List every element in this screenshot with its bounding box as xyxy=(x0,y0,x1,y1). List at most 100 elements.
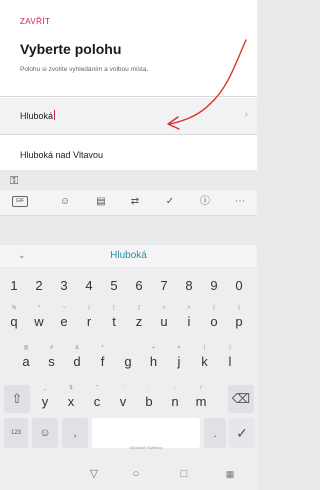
key-letter: r xyxy=(86,314,92,329)
checkmark-icon[interactable]: ✓ xyxy=(160,194,180,210)
key-letter: y xyxy=(41,394,49,409)
keyboard: 1234567890 % q ^ w ~ e | r[t] z < u > i{o} p @ a # s & d * f… xyxy=(0,268,257,458)
letter-key[interactable]: % q xyxy=(3,304,25,334)
keyboard-icon[interactable]: ▦ xyxy=(220,466,240,482)
number-key[interactable]: 9 xyxy=(203,274,225,298)
key-symbol-hint: ^ xyxy=(37,305,41,311)
key-symbol-hint: + xyxy=(152,345,155,351)
close-button[interactable]: ZAVŘÍT xyxy=(20,17,50,26)
letter-key[interactable]: # s xyxy=(41,344,63,374)
key-symbol-hint: $ xyxy=(69,385,73,391)
letter-key[interactable]: = j xyxy=(168,344,190,374)
key-symbol-hint: < xyxy=(162,305,166,311)
key-symbol-hint: _ xyxy=(43,385,47,391)
key-symbol-hint: } xyxy=(238,305,240,311)
letter-key[interactable]: ~ e xyxy=(53,304,75,334)
key-symbol-hint: / xyxy=(200,385,202,391)
shift-icon[interactable]: ⇧ xyxy=(4,385,30,413)
number-key[interactable]: 5 xyxy=(103,274,125,298)
letter-key[interactable]: ' v xyxy=(112,384,134,414)
space-bar-label: Microsoft SwiftKey xyxy=(129,445,163,450)
letter-key[interactable]: * f xyxy=(92,344,114,374)
key-symbol-hint: ' xyxy=(122,385,124,391)
back-icon[interactable]: ▽ xyxy=(84,466,104,482)
key-letter: v xyxy=(119,394,127,409)
key-symbol-hint: - xyxy=(127,345,129,351)
number-key[interactable]: 3 xyxy=(53,274,75,298)
key-letter: s xyxy=(48,354,55,369)
more-icon[interactable]: ⋯ xyxy=(230,194,250,210)
gif-icon[interactable]: GIF xyxy=(12,196,28,207)
key-letter: q xyxy=(10,314,18,329)
key-symbol-hint: ; xyxy=(174,385,176,391)
letter-key[interactable]: (k xyxy=(194,344,216,374)
key-letter: i xyxy=(187,314,191,329)
letter-key[interactable]: + h xyxy=(143,344,165,374)
enter-icon[interactable]: ✓ xyxy=(229,418,255,448)
letter-key[interactable]: {o xyxy=(203,304,225,334)
letter-key[interactable]: ; n xyxy=(164,384,186,414)
key-letter: c xyxy=(93,394,101,409)
key-symbol-hint: | xyxy=(88,305,90,311)
period-key[interactable]: . xyxy=(204,418,226,448)
letter-key[interactable]: " c xyxy=(86,384,108,414)
key-letter: o xyxy=(210,314,218,329)
key-icon[interactable]: ⚿ xyxy=(10,175,18,188)
letter-key[interactable]: [t xyxy=(103,304,125,334)
home-icon[interactable]: ○ xyxy=(126,466,146,482)
search-result-item[interactable]: Hluboká nad Vltavou xyxy=(20,150,103,160)
key-letter: b xyxy=(145,394,153,409)
number-key[interactable]: 1 xyxy=(3,274,25,298)
key-symbol-hint: ) xyxy=(229,345,231,351)
chevron-right-icon[interactable]: › xyxy=(245,109,248,120)
key-symbol-hint: { xyxy=(213,305,215,311)
space-bar[interactable]: Microsoft SwiftKey xyxy=(92,418,200,450)
letter-key[interactable]: $ x xyxy=(60,384,82,414)
recents-icon[interactable]: □ xyxy=(174,466,194,482)
number-key[interactable]: 2 xyxy=(28,274,50,298)
letter-key[interactable]: < u xyxy=(153,304,175,334)
translate-icon[interactable]: ⇄ xyxy=(125,194,145,210)
backspace-icon[interactable]: ⌫ xyxy=(228,385,254,413)
number-key[interactable]: 4 xyxy=(78,274,100,298)
location-sheet: ZAVŘÍT Vyberte polohu Polohu si zvolíte … xyxy=(0,0,257,170)
letter-key[interactable]: ] z xyxy=(128,304,150,334)
key-letter: d xyxy=(73,354,81,369)
sticker-icon[interactable]: ☺ xyxy=(55,194,75,210)
clipboard-icon[interactable]: ▤ xyxy=(91,194,111,210)
keyboard-top-bar: ⚿ xyxy=(0,172,257,190)
page-subtitle: Polohu si zvolíte vyhledáním a volbou mí… xyxy=(20,66,149,73)
number-key[interactable]: 0 xyxy=(228,274,250,298)
letter-key[interactable]: | r xyxy=(78,304,100,334)
number-key[interactable]: 7 xyxy=(153,274,175,298)
letter-key[interactable]: } p xyxy=(228,304,250,334)
navigation-bar: ▽ ○ □ ▦ xyxy=(0,458,257,490)
keyboard-toolbar: GIF ☺ ▤ ⇄ ✓ ⓘ ⋯ xyxy=(0,190,257,216)
numbers-key[interactable]: 123 xyxy=(4,418,28,448)
key-symbol-hint: & xyxy=(75,345,79,351)
letter-key[interactable]: > i xyxy=(178,304,200,334)
key-symbol-hint: * xyxy=(101,345,104,351)
key-letter: n xyxy=(171,394,179,409)
letter-key[interactable]: _ y xyxy=(34,384,56,414)
search-value: Hluboká xyxy=(20,110,56,121)
number-key[interactable]: 8 xyxy=(178,274,200,298)
letter-key[interactable]: -g xyxy=(117,344,139,374)
search-input[interactable]: Hluboká › xyxy=(0,98,257,134)
info-icon[interactable]: ⓘ xyxy=(195,194,215,210)
comma-key[interactable]: , xyxy=(62,418,88,448)
letter-key[interactable]: / m xyxy=(190,384,212,414)
number-key[interactable]: 6 xyxy=(128,274,150,298)
key-symbol-hint: ( xyxy=(203,345,206,351)
letter-key[interactable]: ) l xyxy=(219,344,241,374)
letter-key[interactable]: ^ w xyxy=(28,304,50,334)
letter-key[interactable]: & d xyxy=(66,344,88,374)
suggestion-word[interactable]: Hluboká xyxy=(0,250,257,261)
letter-key[interactable]: :b xyxy=(138,384,160,414)
emoji-icon[interactable]: ☺ xyxy=(32,418,58,448)
key-letter: w xyxy=(34,314,44,329)
divider xyxy=(0,96,257,97)
key-symbol-hint: ~ xyxy=(62,305,66,311)
key-symbol-hint: @ xyxy=(23,345,29,351)
letter-key[interactable]: @ a xyxy=(15,344,37,374)
